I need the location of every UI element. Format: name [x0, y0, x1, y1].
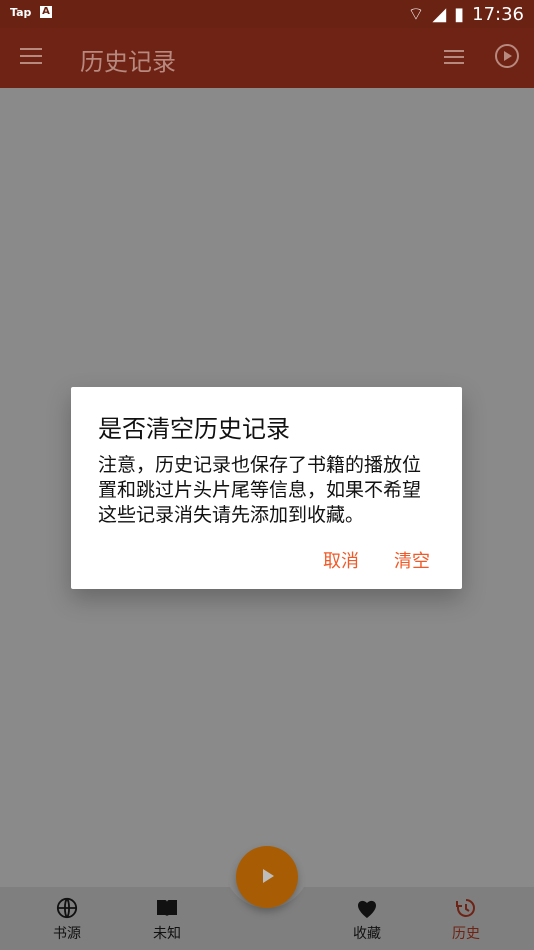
book-icon: [137, 895, 197, 921]
nav-item-unknown[interactable]: 未知: [137, 895, 197, 943]
battery-icon: ▮: [454, 4, 465, 25]
play-circle-icon[interactable]: [495, 44, 519, 68]
nav-label-source: 书源: [53, 926, 81, 942]
nav-item-history[interactable]: 历史: [436, 895, 496, 943]
signal-icon: ◢: [432, 4, 447, 25]
status-left-text: Tap: [10, 6, 32, 19]
nav-label-history: 历史: [452, 926, 480, 942]
cancel-button[interactable]: 取消: [323, 547, 359, 573]
status-bar: Tap A ⌔ ◢ ▮ 17:36: [0, 0, 534, 28]
status-right: ⌔ ◢ ▮ 17:36: [407, 3, 524, 26]
accessibility-icon: A: [40, 6, 52, 18]
history-icon: [436, 895, 496, 921]
time-text: 17:36: [472, 4, 524, 25]
nav-item-source[interactable]: 书源: [37, 895, 97, 943]
nav-label-unknown: 未知: [153, 926, 181, 942]
dialog-title: 是否清空历史记录: [98, 415, 290, 443]
clear-history-dialog: 是否清空历史记录 注意，历史记录也保存了书籍的播放位置和跳过片头片尾等信息，如果…: [71, 387, 462, 589]
list-icon[interactable]: [444, 50, 464, 66]
menu-icon[interactable]: [20, 48, 42, 66]
wifi-icon: ⌔: [407, 4, 425, 25]
globe-icon: [37, 895, 97, 921]
nav-label-favorites: 收藏: [353, 926, 381, 942]
nav-item-favorites[interactable]: 收藏: [337, 895, 397, 943]
play-icon: [263, 869, 274, 883]
dialog-message: 注意，历史记录也保存了书籍的播放位置和跳过片头片尾等信息，如果不希望这些记录消失…: [98, 454, 422, 526]
page-title: 历史记录: [80, 48, 176, 76]
heart-icon: [337, 895, 397, 921]
clear-button[interactable]: 清空: [394, 547, 430, 573]
toolbar: 历史记录: [0, 28, 534, 88]
